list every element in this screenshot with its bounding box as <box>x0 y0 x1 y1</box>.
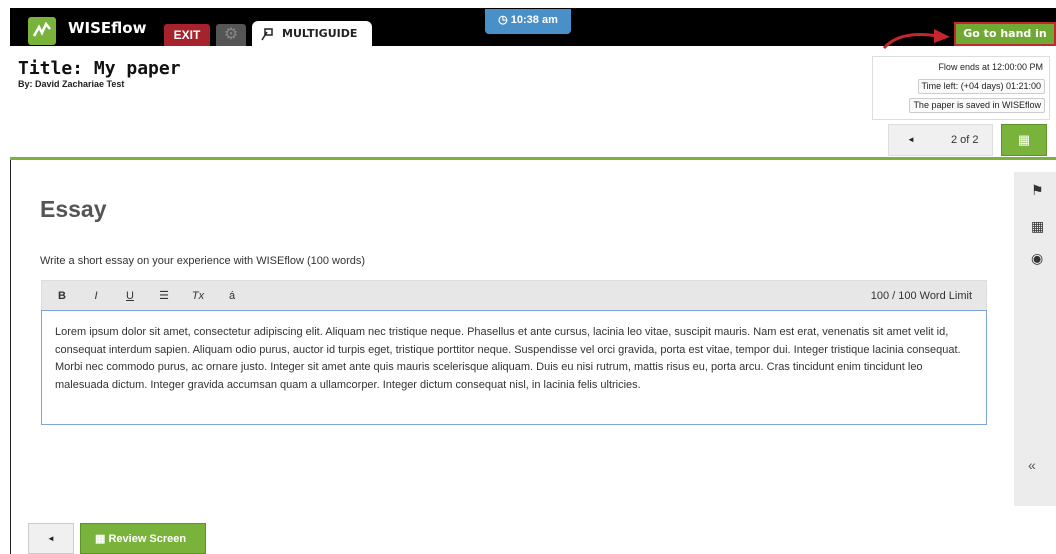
page-title: Title: My paper <box>18 58 181 79</box>
calendar-icon[interactable]: ▦ <box>1031 218 1044 235</box>
section-title: Essay <box>40 196 107 222</box>
bold-button[interactable]: B <box>52 281 72 311</box>
previous-page-button[interactable]: ◄ <box>889 125 933 155</box>
clock-time: 10:38 am <box>510 14 558 26</box>
app-name: WISEflow <box>68 19 147 37</box>
word-limit-counter: 100 / 100 Word Limit <box>870 290 972 302</box>
special-character-button[interactable]: á <box>222 281 242 311</box>
pointer-arrow-icon <box>882 29 950 50</box>
bullet-list-button[interactable]: ☰ <box>154 281 174 311</box>
calendar-icon: ▦ <box>95 533 106 545</box>
left-border <box>10 160 11 554</box>
page-pager: ◄ 2 of 2 <box>888 124 993 156</box>
multiguide-tab[interactable]: MULTIGUIDE <box>252 21 372 46</box>
page-indicator: 2 of 2 <box>951 134 979 146</box>
multiguide-label: MULTIGUIDE <box>282 27 358 40</box>
italic-button[interactable]: I <box>86 281 106 311</box>
header-divider <box>10 157 1056 160</box>
underline-button[interactable]: U <box>120 281 140 311</box>
accessibility-icon[interactable]: ◉ <box>1031 250 1043 267</box>
flow-ends-text: Flow ends at 12:00:00 PM <box>938 62 1043 72</box>
essay-editor[interactable]: Lorem ipsum dolor sit amet, consectetur … <box>41 310 987 425</box>
calendar-icon: ▦ <box>1017 132 1031 147</box>
saved-status-badge: The paper is saved in WISEflow <box>909 98 1045 113</box>
review-screen-label: Review Screen <box>108 533 187 545</box>
settings-gear-icon[interactable]: ⚙ <box>216 24 246 46</box>
time-left-badge: Time left: (+04 days) 01:21:00 <box>917 79 1045 94</box>
editor-toolbar: B I U ☰ Tx á 100 / 100 Word Limit <box>41 280 987 310</box>
flag-icon[interactable]: ⚑ <box>1031 182 1044 199</box>
collapse-sidebar-icon[interactable]: « <box>1028 457 1036 473</box>
status-panel: Flow ends at 12:00:00 PM Time left: (+04… <box>872 56 1050 120</box>
bottom-previous-button[interactable]: ◄ <box>28 523 74 554</box>
multiguide-icon <box>260 26 278 51</box>
exit-button[interactable]: EXIT <box>164 24 210 46</box>
calendar-button[interactable]: ▦ <box>1001 124 1047 156</box>
clear-format-button[interactable]: Tx <box>188 281 208 311</box>
essay-prompt: Write a short essay on your experience w… <box>40 255 366 267</box>
clock-badge: ◷ 10:38 am <box>485 9 571 34</box>
right-sidebar: ⚑ ▦ ◉ <box>1014 172 1056 506</box>
wiseflow-logo-icon <box>28 17 56 45</box>
clock-icon: ◷ <box>498 14 508 26</box>
review-screen-button[interactable]: ▦ Review Screen <box>80 523 206 554</box>
go-to-hand-in-button[interactable]: Go to hand in <box>954 22 1056 46</box>
page-author: By: David Zachariae Test <box>18 79 125 89</box>
